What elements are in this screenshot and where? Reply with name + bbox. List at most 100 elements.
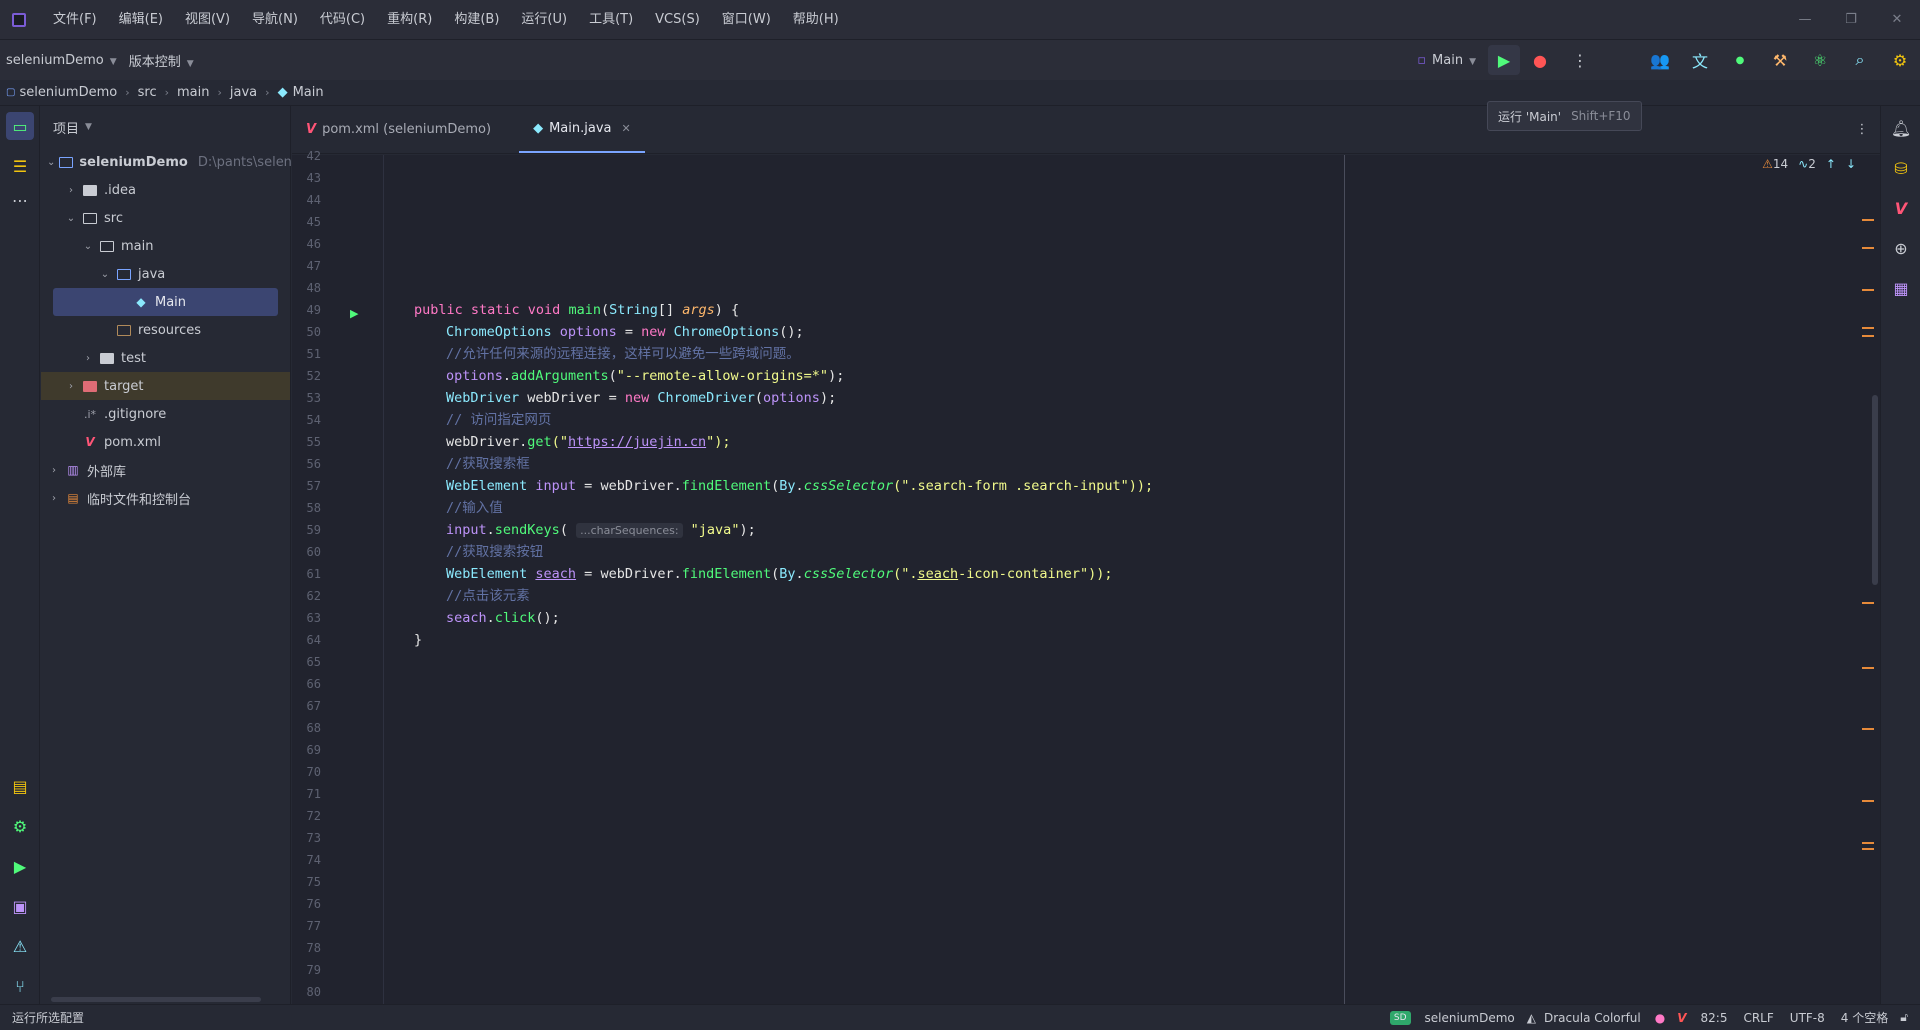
status-theme[interactable]: Dracula Colorful [1536,1011,1649,1025]
close-window-icon[interactable]: ✕ [1874,0,1920,40]
breadcrumb-java[interactable]: java [230,85,257,100]
translate-icon[interactable]: 文 [1680,40,1720,80]
menu-run[interactable]: 运行(U) [510,0,578,40]
line-number[interactable]: 49 [281,299,321,321]
line-number[interactable]: 68 [281,717,321,739]
line-number[interactable]: 78 [281,937,321,959]
typo-count[interactable]: ∿2 [1798,157,1816,171]
tree-item-external-libs[interactable]: › ▥ 外部库 [41,456,290,484]
menu-help[interactable]: 帮助(H) [782,0,850,40]
status-dot-icon[interactable]: ● [1720,40,1760,80]
menu-refactor[interactable]: 重构(R) [376,0,443,40]
run-gutter-icon[interactable]: ▶ [350,307,358,320]
tree-item-pom[interactable]: V pom.xml [41,428,290,456]
line-number[interactable]: 54 [281,409,321,431]
maven-status-icon[interactable]: V [1677,1011,1686,1025]
previous-highlight-icon[interactable]: ↑ [1826,157,1836,171]
warning-count[interactable]: ⚠14 [1762,157,1788,171]
line-number[interactable]: 80 [281,981,321,1003]
services-icon[interactable]: ⚙ [6,812,34,840]
chevron-right-icon[interactable]: › [47,465,61,476]
app-logo-icon[interactable] [12,12,26,27]
more-actions-icon[interactable]: ⋮ [1560,40,1600,80]
warning-marker[interactable] [1862,842,1874,844]
menu-code[interactable]: 代码(C) [309,0,376,40]
line-number[interactable]: 69 [281,739,321,761]
menu-vcs[interactable]: VCS(S) [644,0,711,40]
chevron-down-icon[interactable]: ⌄ [47,157,55,168]
line-number[interactable]: 48 [281,277,321,299]
chevron-right-icon[interactable]: › [64,381,78,392]
warning-marker[interactable] [1862,289,1874,291]
chevron-right-icon[interactable]: › [47,493,61,504]
notifications-icon[interactable]: 🔔︎ [1887,114,1915,142]
line-number[interactable]: 42 [281,145,321,167]
tree-item-scratches[interactable]: › ▤ 临时文件和控制台 [41,484,290,512]
tree-item-resources[interactable]: resources [41,316,290,344]
tree-item-main[interactable]: ⌄ main [41,232,290,260]
warning-marker[interactable] [1862,247,1874,249]
tab-options-icon[interactable]: ⋮ [1844,105,1880,153]
close-tab-icon[interactable]: ✕ [621,122,630,135]
line-number[interactable]: 56 [281,453,321,475]
inspection-widget[interactable]: ⚠14 ∿2 ↑ ↓ [1762,157,1856,171]
vcs-dropdown[interactable]: 版本控制 ▼ [123,51,200,70]
tree-item-main-class[interactable]: ◆ Main [53,288,278,316]
line-number[interactable]: 58 [281,497,321,519]
line-number[interactable]: 59 [281,519,321,541]
line-number[interactable]: 65 [281,651,321,673]
problems-icon[interactable]: ⚠ [6,932,34,960]
line-number[interactable]: 64 [281,629,321,651]
tree-item-test[interactable]: › test [41,344,290,372]
line-number[interactable]: 71 [281,783,321,805]
warning-marker[interactable] [1862,327,1874,329]
line-number[interactable]: 74 [281,849,321,871]
menu-view[interactable]: 视图(V) [174,0,241,40]
git-icon[interactable]: ⑂ [6,972,34,1000]
breadcrumb-main[interactable]: main [177,85,209,100]
horizontal-scrollbar[interactable] [51,997,261,1002]
warning-marker[interactable] [1862,800,1874,802]
bookmarks-icon[interactable]: ▤ [6,772,34,800]
status-project[interactable]: seleniumDemo [1417,1011,1523,1025]
status-encoding[interactable]: UTF-8 [1782,1011,1833,1025]
menu-navigate[interactable]: 导航(N) [241,0,309,40]
ai-assistant-icon[interactable]: ⚛ [1800,40,1840,80]
line-number[interactable]: 46 [281,233,321,255]
line-number[interactable]: 66 [281,673,321,695]
chevron-down-icon[interactable]: ⌄ [64,213,78,224]
line-number[interactable]: 43 [281,167,321,189]
build-tools-icon[interactable]: ⚒ [1760,40,1800,80]
project-dropdown[interactable]: seleniumDemo ▼ [0,53,123,68]
chevron-right-icon[interactable]: › [81,353,95,364]
warning-marker[interactable] [1862,602,1874,604]
lock-icon[interactable]: 🔓︎ [1900,1010,1908,1025]
tab-main-java[interactable]: ◆ Main.java ✕ [519,105,645,153]
inspect-icon[interactable]: ⊕ [1887,234,1915,262]
run-tool-icon[interactable]: ▶ [6,852,34,880]
line-number[interactable]: 73 [281,827,321,849]
search-icon[interactable]: ⌕ [1840,40,1880,80]
maven-tool-icon[interactable]: V [1887,194,1915,222]
chevron-down-icon[interactable]: ⌄ [81,241,95,252]
line-number[interactable]: 75 [281,871,321,893]
line-number[interactable]: 57 [281,475,321,497]
run-icon[interactable]: ▶ [1488,45,1520,75]
line-number[interactable]: 44 [281,189,321,211]
tree-root[interactable]: ⌄ seleniumDemo D:\pants\seleniun [41,148,312,176]
terminal-icon[interactable]: ▣ [6,892,34,920]
warning-marker[interactable] [1862,219,1874,221]
warning-marker[interactable] [1862,848,1874,850]
next-highlight-icon[interactable]: ↓ [1846,157,1856,171]
line-number[interactable]: 76 [281,893,321,915]
project-panel-header[interactable]: 项目 ▼ [41,106,290,148]
project-tool-icon[interactable]: ▭ [6,112,34,140]
debug-icon[interactable]: ● [1520,40,1560,80]
chevron-right-icon[interactable]: › [64,185,78,196]
tree-item-idea[interactable]: › .idea [41,176,290,204]
menu-file[interactable]: 文件(F) [42,0,108,40]
line-number[interactable]: 51 [281,343,321,365]
minimize-icon[interactable]: — [1782,0,1828,40]
code-editor[interactable]: 42 43 44 45 46 47 48 49 50 51 52 53 54 55 56 57 58 59 60 61… [292,149,1880,1004]
line-number[interactable]: 50 [281,321,321,343]
